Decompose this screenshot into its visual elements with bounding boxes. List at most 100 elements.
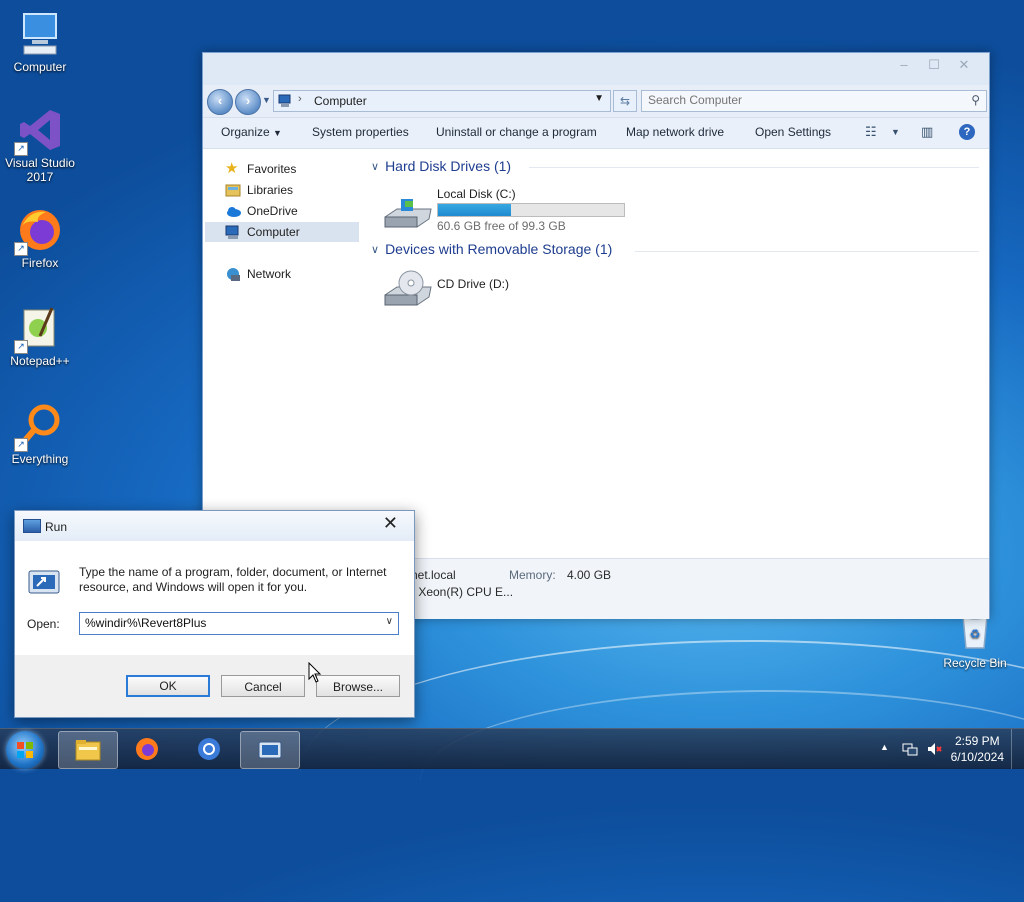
memory-label: Memory:: [509, 568, 556, 582]
notepadpp-icon: ↗: [14, 304, 64, 354]
search-box[interactable]: ⚲: [641, 90, 987, 112]
run-icon: [258, 741, 282, 759]
shortcut-arrow-icon: ↗: [14, 142, 28, 156]
navigation-row: ‹ › ▼ › Computer ▼ ⇆ ⚲: [203, 85, 989, 115]
group-header-hdd[interactable]: ∨ Hard Disk Drives (1): [371, 158, 511, 174]
map-network-drive-button[interactable]: Map network drive: [626, 125, 724, 139]
drive-free-space-c: 60.6 GB free of 99.3 GB: [437, 219, 566, 233]
drive-name-d[interactable]: CD Drive (D:): [437, 277, 509, 291]
back-button[interactable]: ‹: [207, 89, 233, 115]
taskbar-file-explorer[interactable]: [58, 731, 118, 769]
change-view-icon[interactable]: ☷: [865, 124, 877, 140]
show-hidden-icons-icon[interactable]: ▲: [880, 742, 889, 752]
maximize-icon[interactable]: ☐: [919, 57, 949, 72]
taskbar-run[interactable]: [240, 731, 300, 769]
clock-time: 2:59 PM: [954, 734, 1000, 748]
address-dropdown-icon[interactable]: ▼: [594, 93, 604, 104]
help-icon[interactable]: ?: [959, 124, 975, 140]
run-body: Type the name of a program, folder, docu…: [15, 541, 414, 655]
nav-item-network[interactable]: Network: [205, 264, 359, 284]
network-icon: [225, 266, 241, 282]
start-button[interactable]: [6, 731, 44, 769]
nav-item-onedrive[interactable]: OneDrive: [205, 201, 359, 221]
close-icon[interactable]: ✕: [949, 57, 979, 72]
nav-item-favorites[interactable]: ★ Favorites: [205, 159, 359, 179]
search-input[interactable]: [642, 91, 948, 109]
drive-usage-fill: [438, 204, 511, 216]
explorer-content: ★ Favorites Libraries OneDrive Computer …: [203, 149, 989, 558]
search-icon[interactable]: ⚲: [971, 93, 980, 107]
nav-item-computer[interactable]: Computer: [205, 222, 359, 242]
visual-studio-icon: ↗: [14, 106, 64, 156]
everything-search-icon: ↗: [14, 402, 64, 452]
run-description: Type the name of a program, folder, docu…: [79, 565, 387, 594]
network-tray-icon[interactable]: [902, 741, 918, 757]
chevron-down-icon: ∨: [371, 160, 380, 173]
memory-value: 4.00 GB: [567, 568, 612, 582]
forward-button[interactable]: ›: [235, 89, 261, 115]
group-divider: [529, 167, 979, 168]
breadcrumb-separator-icon: ›: [298, 93, 302, 105]
preview-pane-icon[interactable]: ▥: [921, 124, 933, 140]
recent-pages-chevron-icon[interactable]: ▼: [262, 95, 271, 105]
hard-drive-icon: [383, 195, 435, 235]
desktop-icon-label: Notepad++: [10, 354, 70, 368]
system-properties-button[interactable]: System properties: [312, 125, 409, 139]
refresh-button[interactable]: ⇆: [613, 90, 637, 112]
run-icon: [23, 519, 41, 533]
desktop-icon-label: Visual Studio 2017: [5, 156, 75, 184]
browse-button[interactable]: Browse...: [316, 675, 400, 697]
organize-button[interactable]: Organize ▼: [221, 125, 282, 139]
drive-usage-bar: [437, 203, 625, 217]
desktop-icon-label: Firefox: [21, 256, 59, 270]
clock-date: 6/10/2024: [950, 750, 1004, 764]
taskbar-firefox[interactable]: [118, 731, 176, 767]
chevron-down-icon[interactable]: ∨: [386, 616, 393, 627]
view-options-chevron-icon[interactable]: ▼: [891, 127, 900, 137]
command-bar: Organize ▼ System properties Uninstall o…: [203, 117, 989, 149]
volume-muted-icon[interactable]: [926, 741, 942, 757]
drives-pane: ∨ Hard Disk Drives (1) Local Disk (C:) 6…: [363, 149, 989, 558]
shortcut-arrow-icon: ↗: [14, 242, 28, 256]
uninstall-program-button[interactable]: Uninstall or change a program: [436, 125, 597, 139]
show-desktop-button[interactable]: [1011, 729, 1024, 769]
desktop-icon-notepadpp[interactable]: ↗ Notepad++: [0, 304, 80, 368]
ok-button[interactable]: OK: [126, 675, 210, 697]
explorer-titlebar[interactable]: – ☐ ✕: [203, 53, 989, 85]
processor-value: ) Xeon(R) CPU E...: [411, 585, 514, 599]
desktop-icon-visual-studio[interactable]: ↗ Visual Studio 2017: [0, 106, 80, 184]
mouse-cursor-icon: [308, 662, 322, 683]
run-title: Run: [45, 520, 68, 534]
minimize-icon[interactable]: –: [889, 57, 919, 72]
system-clock[interactable]: 2:59 PM 6/10/2024: [951, 733, 1004, 765]
domain-value: net.local: [411, 568, 456, 582]
address-bar[interactable]: › Computer ▼: [273, 90, 611, 112]
svg-text:♻: ♻: [970, 627, 981, 641]
folder-icon: [75, 740, 101, 761]
computer-icon: [16, 10, 64, 58]
run-titlebar[interactable]: Run ✕: [15, 511, 414, 541]
open-input[interactable]: [80, 613, 375, 632]
desktop-icon-computer[interactable]: Computer: [0, 10, 80, 74]
group-divider: [635, 251, 979, 252]
taskbar-chrome[interactable]: [180, 731, 238, 767]
navigation-pane: ★ Favorites Libraries OneDrive Computer …: [203, 149, 359, 558]
desktop-icon-firefox[interactable]: ↗ Firefox: [0, 206, 80, 270]
desktop-icon-label: Computer: [13, 60, 67, 74]
desktop-icon-everything[interactable]: ↗ Everything: [0, 402, 80, 466]
open-label: Open:: [27, 617, 60, 631]
open-settings-button[interactable]: Open Settings: [755, 125, 831, 139]
shortcut-arrow-icon: ↗: [14, 438, 28, 452]
drive-name-c[interactable]: Local Disk (C:): [437, 187, 516, 201]
cloud-icon: [225, 203, 241, 219]
chevron-down-icon: ▼: [273, 128, 282, 138]
nav-item-libraries[interactable]: Libraries: [205, 180, 359, 200]
computer-small-icon: [225, 224, 241, 240]
breadcrumb-computer[interactable]: Computer: [314, 94, 367, 108]
shortcut-arrow-icon: ↗: [14, 340, 28, 354]
group-header-removable[interactable]: ∨ Devices with Removable Storage (1): [371, 241, 612, 257]
open-combobox[interactable]: ∨: [79, 612, 399, 635]
taskbar: ▲ 2:59 PM 6/10/2024: [0, 728, 1024, 769]
close-icon[interactable]: ✕: [383, 513, 398, 534]
cancel-button[interactable]: Cancel: [221, 675, 305, 697]
